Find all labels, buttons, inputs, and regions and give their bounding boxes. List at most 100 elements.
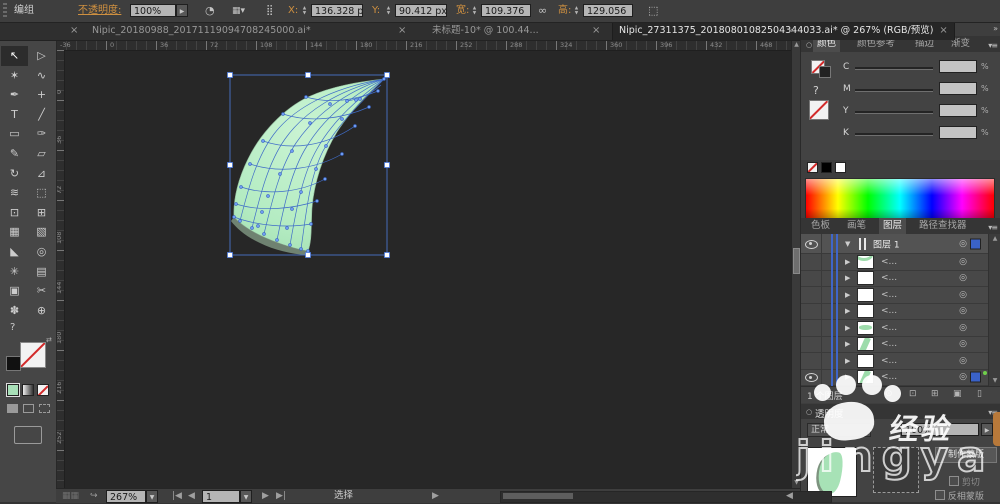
new-layer-icon[interactable]: ▣ [953, 389, 962, 399]
type-tool[interactable]: T [1, 105, 28, 125]
fill-stroke-indicator[interactable]: ⇄ [4, 340, 52, 378]
expand-triangle-icon[interactable]: ▶ [845, 324, 850, 332]
target-circle-icon[interactable]: ◎ [959, 372, 967, 382]
y-stepper[interactable]: ▲▼ [384, 4, 393, 17]
mesh-tool[interactable]: ▦ [1, 222, 28, 242]
target-circle-icon[interactable]: ◎ [959, 323, 967, 333]
draw-behind-icon[interactable] [23, 404, 34, 413]
none-color-swatch[interactable] [809, 100, 829, 120]
selection-chip[interactable] [970, 238, 981, 249]
target-circle-icon[interactable]: ◎ [959, 306, 967, 316]
zoom-level-field[interactable]: 267% [106, 490, 146, 503]
make-mask-button[interactable]: 制作蒙版 [935, 447, 997, 463]
layer-thumbnail[interactable] [857, 255, 874, 269]
width-tool[interactable]: ≋ [1, 183, 28, 203]
tab-layers[interactable]: 图层 [879, 218, 906, 234]
eye-icon[interactable] [805, 240, 818, 249]
shape-builder-tool[interactable]: ⊡ [1, 203, 28, 223]
visibility-cell[interactable] [801, 304, 822, 320]
tab-pathfinder[interactable]: 路径查找器 [915, 218, 971, 234]
transp-opacity-arrow[interactable]: ▶ [981, 423, 993, 436]
expand-triangle-icon[interactable]: ▶ [845, 291, 850, 299]
magic-wand-tool[interactable]: ✶ [1, 66, 28, 86]
horizontal-scroll-thumb[interactable] [503, 493, 573, 499]
target-circle-icon[interactable]: ◎ [959, 257, 967, 267]
sublayer-name[interactable]: <... [881, 323, 897, 333]
y-value-field[interactable] [939, 104, 977, 117]
slice-tool[interactable]: ✂ [28, 281, 55, 301]
visibility-cell[interactable] [801, 271, 822, 287]
locate-object-icon[interactable]: ⊙ [885, 389, 893, 399]
tab-swatches[interactable]: 色板 [807, 218, 834, 234]
visibility-cell[interactable] [801, 234, 822, 253]
symbol-sprayer-tool[interactable]: ✳ [1, 262, 28, 282]
visibility-cell[interactable] [801, 320, 822, 336]
transparency-menu-icon[interactable]: ▾≡ [988, 408, 997, 417]
quick-black-swatch[interactable] [821, 162, 832, 173]
gradient-tool[interactable]: ▧ [28, 222, 55, 242]
screen-mode-button[interactable] [14, 426, 42, 444]
zoom-dropdown-arrow[interactable]: ▼ [146, 490, 158, 503]
target-circle-icon[interactable]: ◎ [959, 239, 967, 249]
visibility-cell[interactable] [801, 337, 822, 353]
invert-mask-label[interactable]: 反相蒙版 [935, 489, 984, 502]
layers-scrollbar[interactable]: ▲ ▼ [988, 234, 1000, 386]
layers-panel-menu-icon[interactable]: ▾≡ [988, 223, 997, 232]
y-field[interactable]: 90.412 px [395, 4, 447, 17]
visibility-cell[interactable] [801, 254, 822, 270]
blend-mode-dropdown[interactable]: 正常 [807, 423, 871, 437]
layer-thumbnail[interactable] [857, 304, 874, 318]
prev-artboard-icon[interactable]: ◀ [188, 489, 195, 503]
expand-triangle-icon[interactable]: ▶ [845, 340, 850, 348]
none-button[interactable] [37, 384, 49, 396]
height-field[interactable]: 129.056 [583, 4, 633, 17]
tab2-close-icon[interactable]: × [592, 22, 600, 40]
width-stepper[interactable]: ▲▼ [470, 4, 479, 17]
scale-tool[interactable]: ⊿ [28, 164, 55, 184]
expand-triangle-icon[interactable]: ▶ [845, 307, 850, 315]
draw-inside-icon[interactable] [39, 404, 50, 413]
dock-collapse-icon[interactable]: » [993, 24, 997, 33]
draw-normal-icon[interactable] [7, 404, 18, 413]
tab-document-1[interactable]: Nipic_20180988_20171119094708245000.ai* [92, 22, 311, 40]
sublayer-name[interactable]: <... [881, 306, 897, 316]
visibility-cell[interactable] [801, 370, 822, 386]
hscroll-left-icon[interactable]: ▶ [432, 489, 439, 503]
canvas[interactable]: -360367210814418021625228832436039643246… [56, 40, 800, 488]
expand-triangle-icon[interactable]: ▶ [845, 274, 850, 282]
swap-fill-stroke-icon[interactable]: ⇄ [46, 336, 52, 344]
vertical-scroll-thumb[interactable] [793, 248, 800, 274]
rectangle-tool[interactable]: ▭ [1, 124, 28, 144]
tab3-close-icon[interactable]: × [939, 22, 947, 40]
gradient-button[interactable] [22, 384, 34, 396]
perspective-grid-tool[interactable]: ⊞ [28, 203, 55, 223]
free-transform-tool[interactable]: ⬚ [28, 183, 55, 203]
reference-point-icon[interactable]: ⣿ [266, 0, 273, 22]
mini-stroke-swatch[interactable] [819, 66, 831, 78]
last-artboard-icon[interactable]: ▶| [276, 489, 286, 503]
new-sublayer-icon[interactable]: ⊞ [931, 389, 939, 399]
visibility-cell[interactable] [801, 353, 822, 369]
height-stepper[interactable]: ▲▼ [572, 4, 581, 17]
c-slider[interactable] [855, 67, 933, 70]
m-slider[interactable] [855, 89, 933, 92]
transp-opacity-field[interactable]: 100% [901, 423, 979, 436]
transform-corners-icon[interactable]: ⬚ [648, 0, 658, 22]
y-slider[interactable] [855, 111, 933, 114]
tab-document-3-active[interactable]: Nipic_27311375_20180801082504344033.ai* … [612, 22, 955, 40]
layer-thumbnail[interactable] [857, 271, 874, 285]
transparency-title[interactable]: 透明度 [815, 406, 844, 420]
style-circle-icon[interactable]: ◔ [205, 0, 215, 22]
zoom-tool[interactable]: ⊕ [28, 301, 55, 321]
selection-chip[interactable] [970, 372, 981, 383]
m-value-field[interactable] [939, 82, 977, 95]
layer-thumbnail[interactable] [857, 337, 874, 351]
expand-triangle-icon[interactable]: ▶ [845, 357, 850, 365]
paintbrush-tool[interactable]: ✑ [28, 124, 55, 144]
target-circle-icon[interactable]: ◎ [959, 273, 967, 283]
eye-icon[interactable] [805, 373, 818, 382]
blend-tool[interactable]: ◎ [28, 242, 55, 262]
sublayer-name[interactable]: <... [881, 257, 897, 267]
object-thumbnail[interactable] [807, 447, 857, 497]
sublayer-name[interactable]: <... [881, 273, 897, 283]
